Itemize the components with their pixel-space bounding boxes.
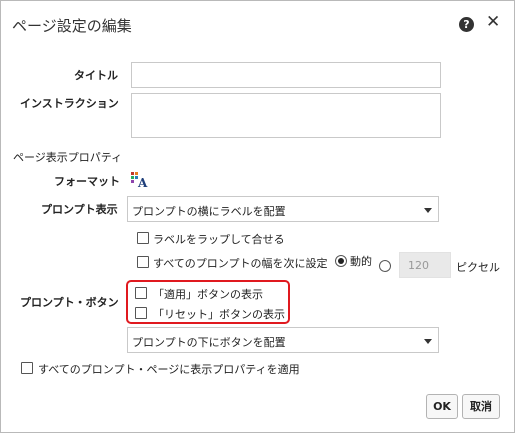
svg-text:A: A bbox=[137, 176, 148, 188]
set-width-checkbox[interactable] bbox=[137, 256, 149, 268]
chevron-down-icon bbox=[424, 208, 432, 213]
set-width-checkbox-label: すべてのプロンプトの幅を次に設定 bbox=[153, 257, 328, 270]
title-label: タイトル bbox=[74, 69, 118, 82]
button-position-select[interactable]: プロンプトの下にボタンを配置 bbox=[127, 327, 439, 353]
dynamic-width-radio-label: 動的 bbox=[350, 255, 372, 268]
format-label: フォーマット bbox=[54, 175, 120, 188]
button-position-selected: プロンプトの下にボタンを配置 bbox=[132, 336, 286, 349]
show-apply-button-label: 「適用」ボタンの表示 bbox=[153, 288, 263, 301]
width-pixels-input[interactable]: 120 bbox=[399, 252, 451, 278]
title-input[interactable] bbox=[131, 62, 441, 88]
dynamic-width-radio[interactable] bbox=[335, 255, 347, 267]
ok-button[interactable]: OK bbox=[426, 394, 458, 419]
edit-page-settings-dialog: ページ設定の編集 ? ✕ タイトル インストラクション ページ表示プロパティ フ… bbox=[0, 0, 515, 433]
chevron-down-icon bbox=[424, 339, 432, 344]
dialog-title: ページ設定の編集 bbox=[12, 17, 132, 35]
show-reset-button-label: 「リセット」ボタンの表示 bbox=[153, 308, 285, 321]
fixed-width-radio[interactable] bbox=[379, 260, 391, 272]
apply-all-pages-label: すべてのプロンプト・ページに表示プロパティを適用 bbox=[38, 363, 300, 376]
apply-all-pages-checkbox[interactable] bbox=[21, 362, 33, 374]
show-apply-button-checkbox[interactable] bbox=[135, 287, 147, 299]
close-icon[interactable]: ✕ bbox=[486, 12, 500, 32]
cancel-button[interactable]: 取消 bbox=[462, 394, 500, 419]
show-reset-button-checkbox[interactable] bbox=[135, 307, 147, 319]
page-display-properties-heading: ページ表示プロパティ bbox=[13, 151, 123, 164]
prompt-buttons-label: プロンプト・ボタン bbox=[20, 296, 119, 309]
instruction-label: インストラクション bbox=[20, 97, 119, 110]
help-icon[interactable]: ? bbox=[459, 17, 474, 32]
prompt-display-selected: プロンプトの横にラベルを配置 bbox=[132, 205, 286, 218]
format-icon[interactable]: A bbox=[131, 172, 149, 188]
prompt-display-select[interactable]: プロンプトの横にラベルを配置 bbox=[127, 196, 439, 222]
instruction-textarea[interactable] bbox=[131, 93, 441, 138]
pixel-unit-label: ピクセル bbox=[456, 261, 500, 274]
prompt-display-label: プロンプト表示 bbox=[41, 203, 118, 216]
wrap-label-checkbox-label: ラベルをラップして合せる bbox=[153, 233, 285, 246]
wrap-label-checkbox[interactable] bbox=[137, 232, 149, 244]
